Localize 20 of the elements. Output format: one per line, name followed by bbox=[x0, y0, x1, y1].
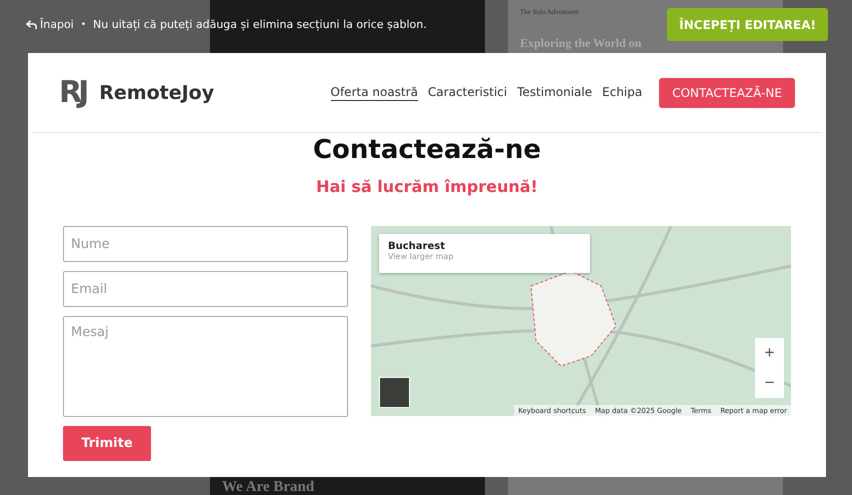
logo-mark: RJ bbox=[59, 75, 86, 110]
headline: We Are Brand bbox=[222, 479, 316, 495]
nav-link[interactable]: Caracteristici bbox=[428, 84, 508, 100]
back-arrow-icon bbox=[26, 19, 37, 30]
brand-name: RemoteJoy bbox=[99, 82, 214, 104]
nav-link[interactable]: Testimoniale bbox=[517, 84, 592, 100]
nav-link[interactable]: Oferta noastră bbox=[330, 84, 418, 100]
input-field[interactable]: Email bbox=[63, 271, 348, 307]
separator-dot: • bbox=[80, 20, 86, 30]
place-name: Bucharest bbox=[388, 241, 446, 252]
message-field[interactable]: Mesaj bbox=[63, 316, 348, 417]
submit-button[interactable]: Trimite bbox=[63, 426, 151, 461]
hint-text: Nu uitați că puteți adăuga și elimina secțiuni la orice șablon. bbox=[93, 18, 427, 31]
input-field[interactable]: Nume bbox=[63, 226, 348, 262]
satellite-thumbnail[interactable] bbox=[379, 377, 410, 408]
back-link[interactable]: Înapoi bbox=[26, 18, 74, 31]
contact-button[interactable]: CONTACTEAZĂ-NE bbox=[659, 78, 795, 108]
section-subtitle: Hai să lucrăm împreună! bbox=[315, 177, 539, 196]
section-title: Contactează-ne bbox=[312, 134, 542, 165]
nav-link[interactable]: Echipa bbox=[602, 84, 642, 100]
